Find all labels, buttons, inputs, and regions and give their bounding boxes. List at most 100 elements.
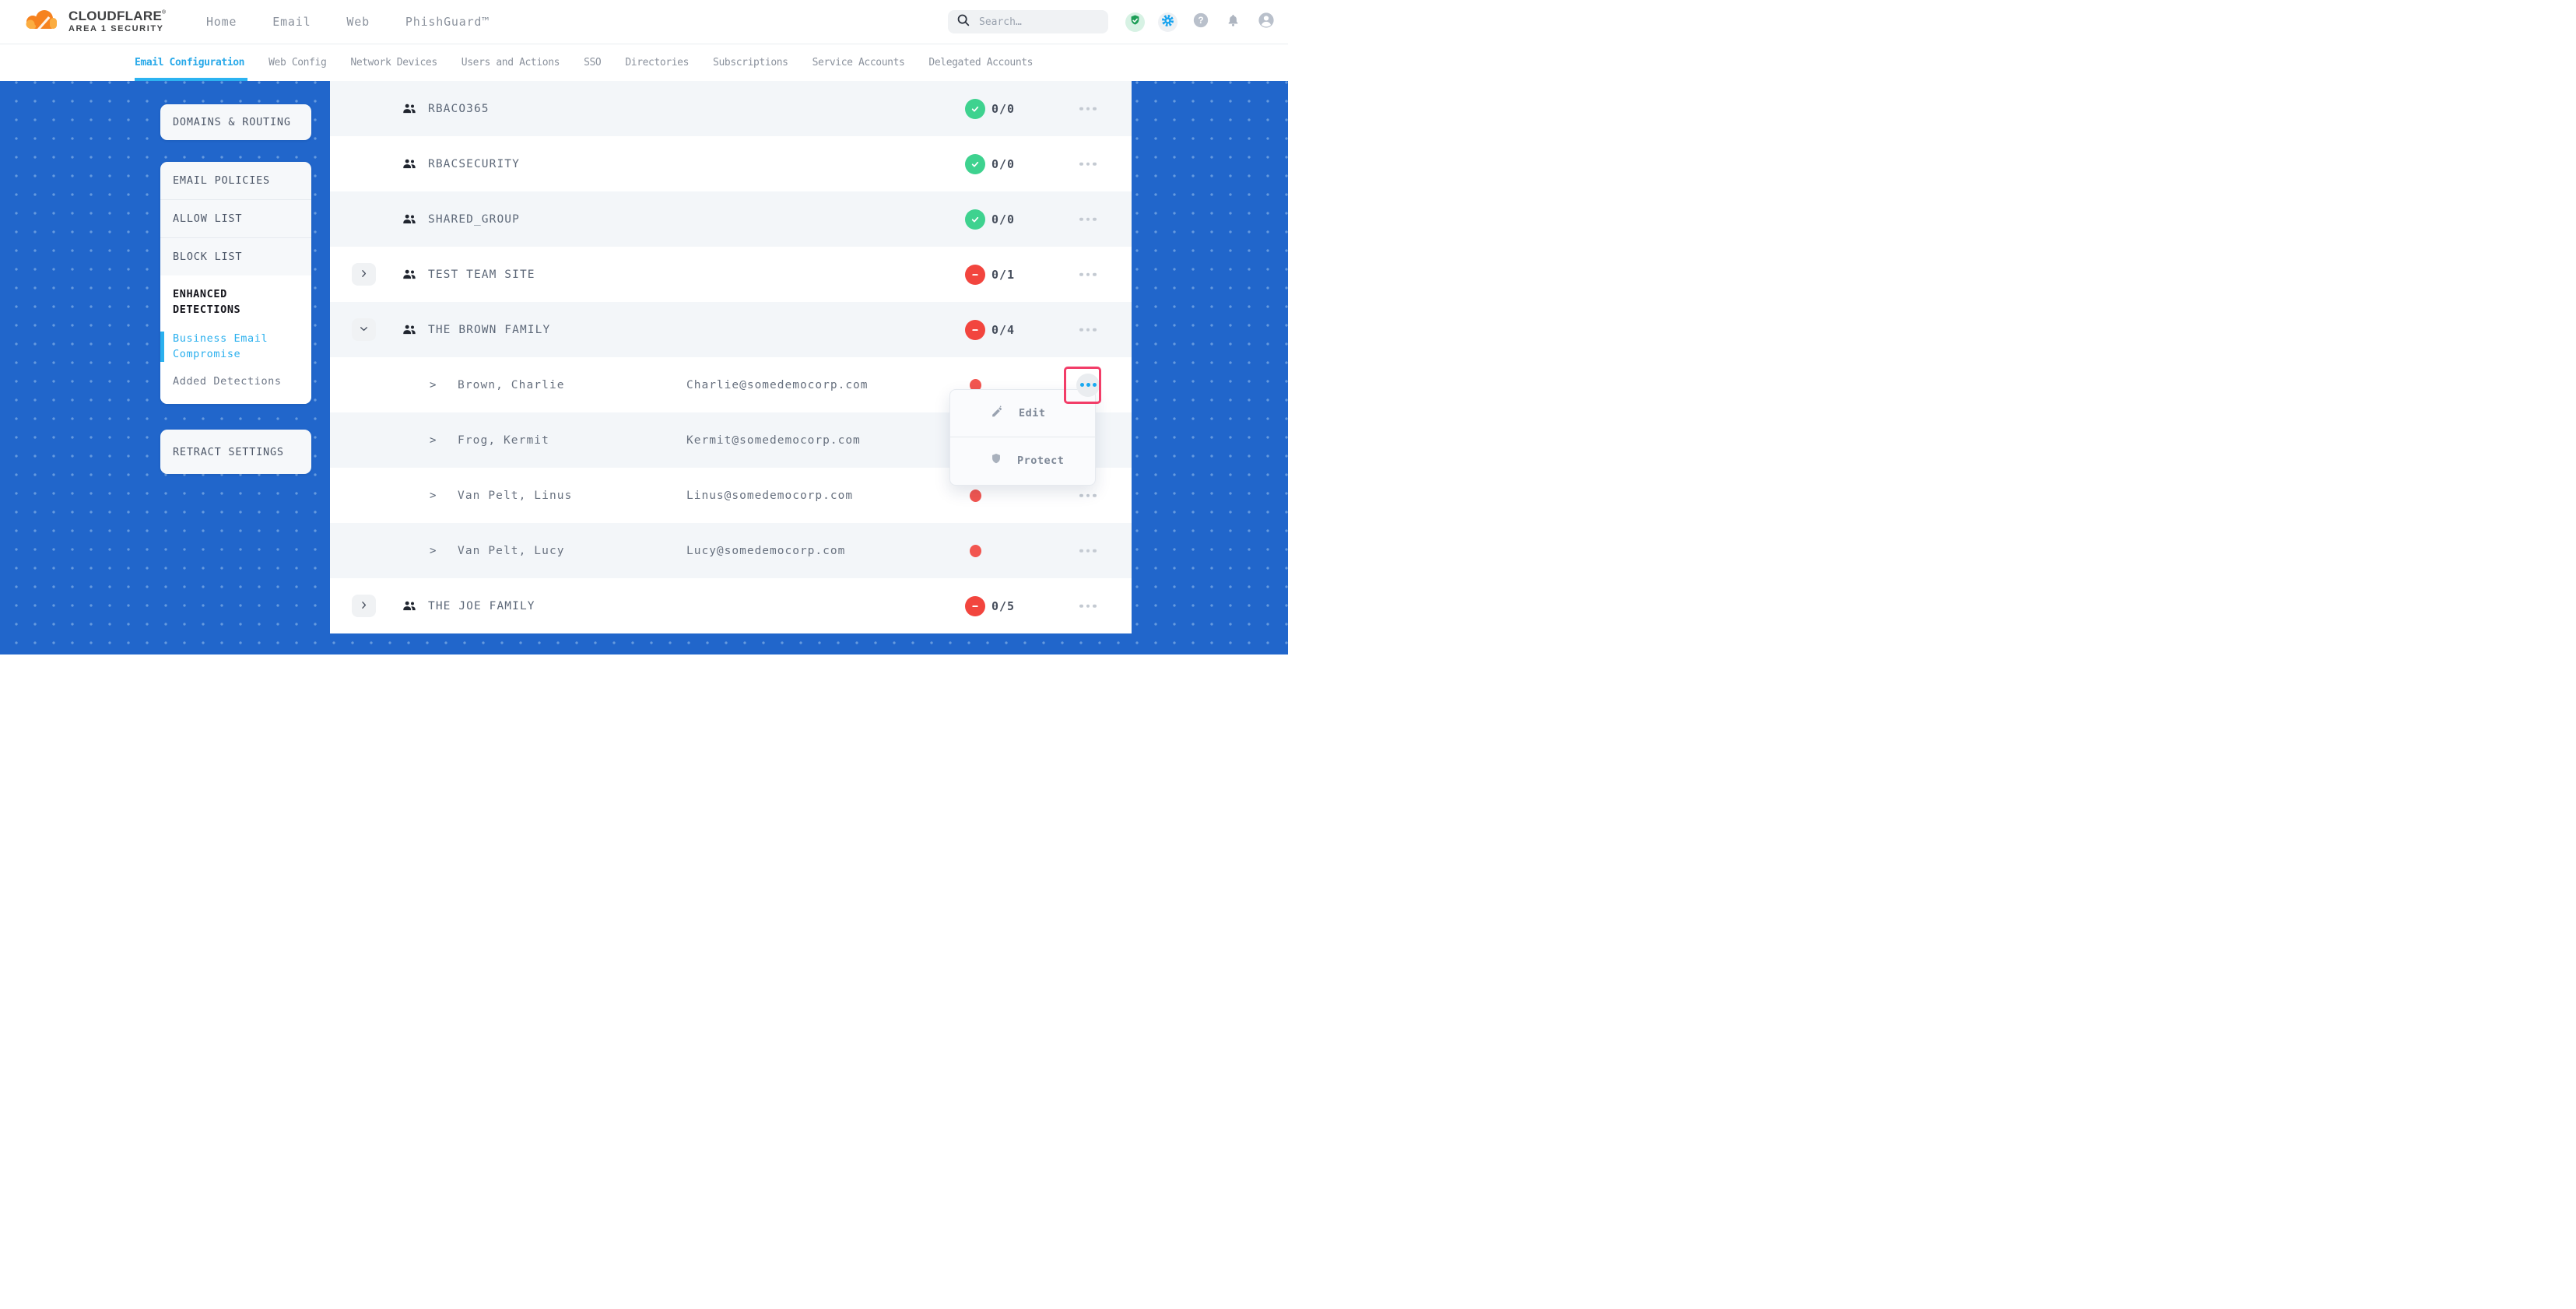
sidebar-item-block-list[interactable]: BLOCK LIST	[160, 238, 311, 275]
content-background: DOMAINS & ROUTING EMAIL POLICIES ALLOW LI…	[0, 81, 1288, 654]
people-icon	[402, 598, 418, 613]
notifications-bell-icon	[1225, 12, 1241, 32]
expand-row-button[interactable]	[352, 263, 376, 286]
notifications-bell-button[interactable]	[1223, 12, 1243, 32]
top-header: CLOUDFLARE® AREA 1 SECURITY Home Email Web…	[0, 0, 1288, 44]
people-icon	[402, 322, 418, 337]
member-arrow: >	[430, 545, 436, 557]
sidebar-item-retract-settings[interactable]: RETRACT SETTINGS	[160, 430, 311, 474]
row-more-button[interactable]	[1076, 107, 1100, 111]
help-button[interactable]: ?	[1191, 12, 1210, 32]
protected-count: 0/0	[991, 212, 1015, 226]
row-more-button[interactable]	[1076, 493, 1100, 497]
sidebar-link-added-detections[interactable]: Added Detections	[173, 374, 290, 390]
settings-gear-icon	[1160, 12, 1176, 32]
unprotected-status-badge	[965, 265, 985, 285]
sidebar-item-allow-list[interactable]: ALLOW LIST	[160, 200, 311, 237]
brand-reg-mark: ®	[162, 9, 166, 16]
row-more-button[interactable]	[1076, 272, 1100, 276]
row-more-button[interactable]	[1076, 604, 1100, 608]
tab-sso[interactable]: SSO	[584, 44, 601, 81]
tab-directories[interactable]: Directories	[625, 44, 689, 81]
protected-count: 0/0	[991, 157, 1015, 171]
top-nav: Home Email Web PhishGuard™	[206, 15, 490, 29]
people-icon	[402, 156, 418, 171]
expand-row-button[interactable]	[352, 595, 376, 617]
unprotected-status-badge	[965, 320, 985, 340]
groups-table-panel: RBACO3650/0RBACSECURITY0/0SHARED_GROUP0/…	[330, 81, 1132, 633]
brand-name: CLOUDFLARE	[68, 9, 162, 23]
row-context-menu: Edit Protect	[949, 389, 1096, 486]
tab-service-accounts[interactable]: Service Accounts	[812, 44, 905, 81]
people-icon	[402, 267, 418, 282]
shield-check-button[interactable]	[1125, 12, 1145, 32]
member-row[interactable]: > Van Pelt, Lucy Lucy@somedemocorp.com	[330, 523, 1132, 578]
shield-icon	[989, 451, 1003, 470]
menu-item-edit[interactable]: Edit	[950, 390, 1095, 437]
group-row[interactable]: THE BROWN FAMILY0/4	[330, 302, 1132, 357]
row-more-button-active[interactable]	[1076, 374, 1100, 397]
help-icon: ?	[1192, 12, 1209, 32]
app-window: CLOUDFLARE® AREA 1 SECURITY Home Email Web…	[0, 0, 1288, 654]
protected-count: 0/1	[991, 268, 1015, 282]
row-more-button[interactable]	[1076, 217, 1100, 221]
email-policies-card: EMAIL POLICIES ALLOW LIST BLOCK LIST ENHAN…	[160, 162, 311, 404]
protected-status-badge	[965, 154, 985, 174]
menu-item-protect[interactable]: Protect	[950, 437, 1095, 484]
config-subnav: Email Configuration Web Config Network Dev…	[0, 44, 1288, 81]
protected-count: 0/5	[991, 599, 1015, 613]
member-name: Van Pelt, Lucy	[458, 545, 565, 557]
people-icon	[402, 101, 418, 116]
group-row[interactable]: TEST TEAM SITE0/1	[330, 247, 1132, 302]
search-box[interactable]	[948, 10, 1108, 33]
member-arrow: >	[430, 434, 436, 447]
svg-text:?: ?	[1198, 15, 1203, 26]
sidebar-label: DOMAINS & ROUTING	[160, 116, 291, 128]
topnav-link-email[interactable]: Email	[272, 15, 311, 29]
group-row[interactable]: SHARED_GROUP 0/0	[330, 191, 1132, 247]
row-more-button[interactable]	[1076, 549, 1100, 553]
unprotected-dot	[970, 545, 981, 557]
topnav-link-home[interactable]: Home	[206, 15, 237, 29]
tab-subscriptions[interactable]: Subscriptions	[713, 44, 788, 81]
sidebar-label: BLOCK LIST	[160, 251, 242, 263]
sidebar-label: ALLOW LIST	[160, 212, 242, 225]
enhanced-detections-section: ENHANCED DETECTIONS Business Email Compr…	[160, 275, 311, 404]
settings-sidebar: DOMAINS & ROUTING EMAIL POLICIES ALLOW LI…	[160, 104, 311, 474]
cloudflare-brand[interactable]: CLOUDFLARE® AREA 1 SECURITY	[22, 7, 166, 37]
enhanced-detections-title: ENHANCED DETECTIONS	[173, 286, 290, 318]
tab-users-and-actions[interactable]: Users and Actions	[462, 44, 560, 81]
group-name: THE JOE FAMILY	[428, 600, 535, 612]
people-icon	[402, 212, 418, 226]
header-icon-buttons: ?	[1125, 12, 1276, 32]
search-input[interactable]	[977, 16, 1090, 29]
collapse-row-button[interactable]	[352, 318, 376, 341]
group-row[interactable]: RBACO3650/0	[330, 81, 1132, 136]
group-row[interactable]: THE JOE FAMILY 0/5	[330, 578, 1132, 633]
member-name: Frog, Kermit	[458, 434, 549, 447]
tab-web-config[interactable]: Web Config	[268, 44, 326, 81]
member-email: Kermit@somedemocorp.com	[686, 434, 861, 447]
group-row[interactable]: RBACSECURITY0/0	[330, 136, 1132, 191]
member-email: Lucy@somedemocorp.com	[686, 545, 845, 557]
account-button[interactable]	[1256, 12, 1276, 32]
group-name: RBACO365	[428, 103, 490, 115]
chevron-down-icon	[359, 322, 369, 337]
topnav-link-web[interactable]: Web	[346, 15, 370, 29]
protected-status-badge	[965, 99, 985, 119]
tab-network-devices[interactable]: Network Devices	[350, 44, 437, 81]
tab-delegated-accounts[interactable]: Delegated Accounts	[928, 44, 1033, 81]
topnav-link-phishguard-[interactable]: PhishGuard™	[405, 15, 490, 29]
settings-gear-button[interactable]	[1158, 12, 1177, 32]
menu-item-label: Protect	[1017, 454, 1064, 467]
sidebar-item-domains-routing[interactable]: DOMAINS & ROUTING	[160, 104, 311, 140]
sidebar-link-business-email-compromise[interactable]: Business Email Compromise	[173, 331, 290, 363]
group-name: SHARED_GROUP	[428, 213, 520, 226]
sidebar-item-email-policies[interactable]: EMAIL POLICIES	[160, 162, 311, 199]
row-more-button[interactable]	[1076, 328, 1100, 332]
tab-email-configuration[interactable]: Email Configuration	[135, 44, 244, 81]
row-more-button[interactable]	[1076, 162, 1100, 166]
unprotected-status-badge	[965, 596, 985, 616]
menu-item-label: Edit	[1019, 407, 1046, 419]
chevron-right-icon	[359, 267, 369, 282]
